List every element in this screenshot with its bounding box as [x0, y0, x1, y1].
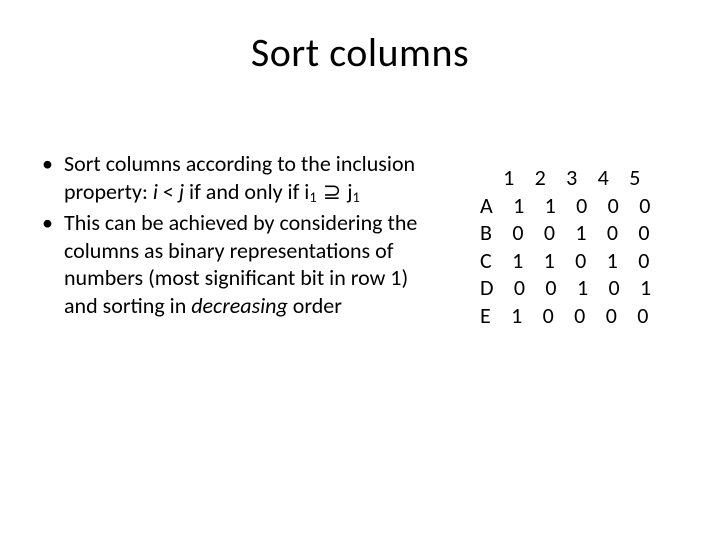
bullet-1-text-b: if and only if i: [184, 178, 309, 205]
matrix-row-a: A 1 1 0 0 0: [480, 192, 659, 220]
bullet-1-sub2: 1: [353, 188, 360, 206]
bullet-1-sub1: 1: [309, 188, 316, 206]
slide: Sort columns Sort columns according to t…: [0, 0, 720, 540]
slide-body: Sort columns according to the inclusion …: [40, 150, 680, 329]
bullet-2: This can be achieved by considering the …: [40, 209, 420, 319]
matrix-row-e: E 1 0 0 0 0: [480, 302, 659, 330]
bullet-2-text-b: order: [288, 292, 342, 319]
matrix-header: 1 2 3 4 5: [480, 164, 659, 192]
matrix-table: 1 2 3 4 5 A 1 1 0 0 0 B 0 0 1 0 0 C 1 1 …: [480, 164, 659, 329]
matrix-row-d: D 0 0 1 0 1: [480, 274, 659, 302]
bullet-1-superset: ⊇: [317, 179, 348, 204]
bullet-1: Sort columns according to the inclusion …: [40, 150, 420, 205]
bullet-1-var-j2: j: [347, 178, 352, 205]
bullet-2-decreasing: decreasing: [191, 292, 288, 319]
matrix-row-c: C 1 1 0 1 0: [480, 247, 659, 275]
matrix-row-b: B 0 0 1 0 0: [480, 219, 659, 247]
slide-title: Sort columns: [0, 28, 720, 77]
bullet-list: Sort columns according to the inclusion …: [40, 150, 420, 329]
bullet-1-lt: <: [158, 178, 179, 205]
